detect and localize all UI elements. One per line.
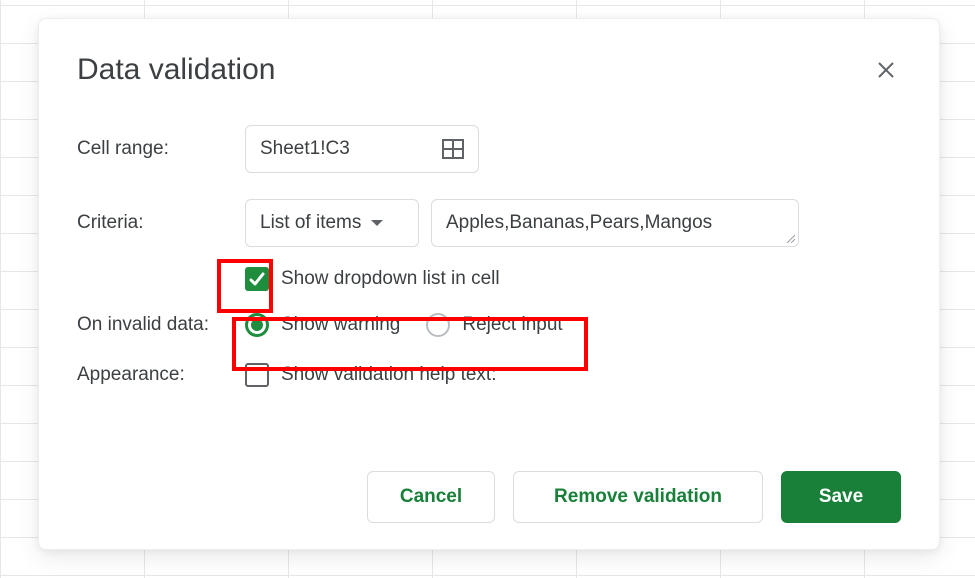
checkmark-icon — [248, 270, 266, 288]
criteria-selected-option: List of items — [260, 212, 361, 234]
appearance-row: Appearance: Show validation help text: — [77, 363, 901, 387]
invalid-data-label: On invalid data: — [77, 314, 245, 336]
reject-input-radio[interactable] — [426, 313, 450, 337]
remove-validation-button[interactable]: Remove validation — [513, 471, 763, 523]
appearance-label: Appearance: — [77, 364, 245, 386]
help-text-checkbox[interactable] — [245, 363, 269, 387]
show-dropdown-checkbox[interactable] — [245, 267, 269, 291]
chevron-down-icon — [371, 220, 383, 226]
criteria-items-input[interactable] — [431, 199, 799, 247]
show-warning-label: Show warning — [281, 314, 400, 336]
cell-range-value: Sheet1!C3 — [260, 138, 350, 160]
cell-range-label: Cell range: — [77, 138, 245, 160]
invalid-data-row: On invalid data: Show warning Reject inp… — [77, 313, 901, 337]
help-text-checkbox-wrap[interactable]: Show validation help text: — [245, 363, 496, 387]
criteria-label: Criteria: — [77, 212, 245, 234]
show-dropdown-label: Show dropdown list in cell — [281, 268, 500, 290]
cell-range-field[interactable]: Sheet1!C3 — [245, 125, 479, 173]
criteria-select[interactable]: List of items — [245, 199, 419, 247]
cell-range-row: Cell range: Sheet1!C3 — [77, 125, 901, 173]
close-icon — [877, 61, 895, 79]
dialog-title: Data validation — [77, 53, 275, 87]
show-dropdown-checkbox-wrap[interactable]: Show dropdown list in cell — [245, 267, 500, 291]
cancel-button[interactable]: Cancel — [367, 471, 495, 523]
show-warning-radio-wrap[interactable]: Show warning — [245, 313, 400, 337]
select-range-icon[interactable] — [442, 139, 464, 159]
show-warning-radio[interactable] — [245, 313, 269, 337]
save-button[interactable]: Save — [781, 471, 901, 523]
show-dropdown-row: Show dropdown list in cell — [245, 267, 901, 291]
help-text-label: Show validation help text: — [281, 364, 496, 386]
reject-input-radio-wrap[interactable]: Reject input — [426, 313, 562, 337]
data-validation-dialog: Data validation Cell range: Sheet1!C3 — [38, 18, 940, 550]
reject-input-label: Reject input — [462, 314, 562, 336]
dialog-button-row: Cancel Remove validation Save — [367, 471, 901, 523]
close-button[interactable] — [871, 55, 901, 85]
criteria-row: Criteria: List of items — [77, 199, 901, 247]
dialog-header: Data validation — [77, 53, 901, 87]
